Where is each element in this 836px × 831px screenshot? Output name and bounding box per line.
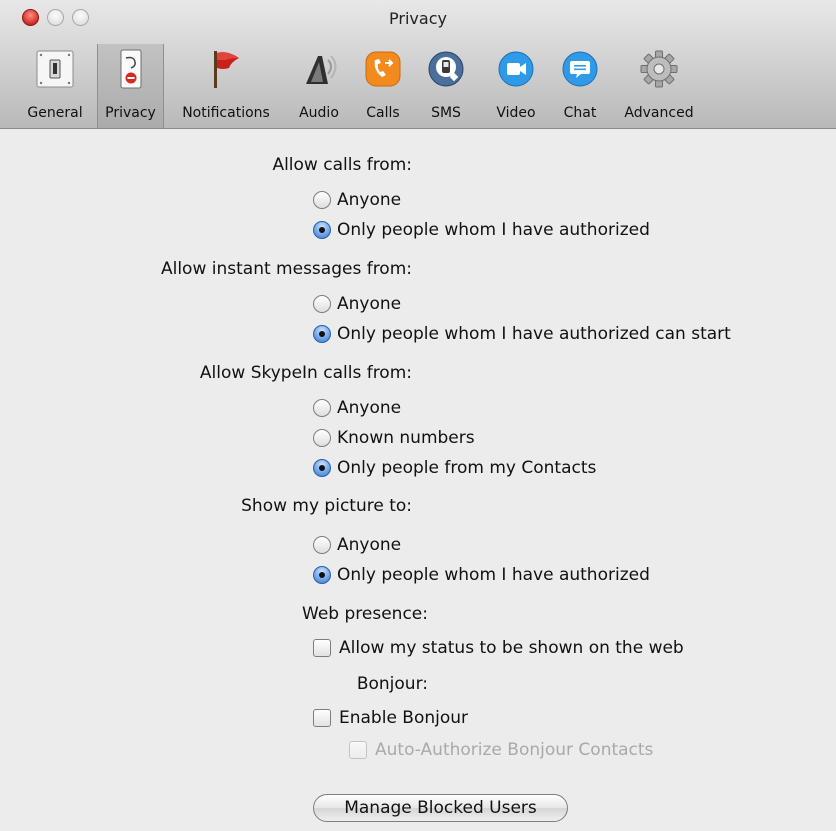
messages-authorized-radio[interactable]: Only people whom I have authorized can s… — [313, 322, 731, 346]
option-label: Allow my status to be shown on the web — [339, 638, 684, 658]
toolbar-sms-label: SMS — [431, 105, 461, 121]
red-flag-icon — [214, 51, 239, 88]
option-label: Only people whom I have authorized — [337, 220, 650, 240]
toolbar-privacy-label: Privacy — [105, 105, 156, 121]
web-status-checkbox[interactable]: Allow my status to be shown on the web — [313, 636, 684, 660]
option-label: Anyone — [337, 190, 402, 210]
radio-indicator-selected — [313, 221, 331, 239]
toolbar-video-label: Video — [496, 105, 536, 121]
radio-indicator — [313, 536, 331, 554]
picture-anyone-radio[interactable]: Anyone — [313, 533, 401, 557]
web-presence-label: Web presence: — [302, 604, 428, 624]
option-label: Known numbers — [337, 428, 475, 448]
privacy-sign-icon — [120, 49, 141, 89]
radio-indicator — [313, 429, 331, 447]
skypein-known-numbers-radio[interactable]: Known numbers — [313, 426, 475, 450]
radio-indicator-selected — [313, 459, 331, 477]
auto-authorize-bonjour-checkbox: Auto-Authorize Bonjour Contacts — [349, 738, 653, 762]
toolbar-calls[interactable]: Calls — [352, 44, 414, 128]
messages-anyone-radio[interactable]: Anyone — [313, 292, 401, 316]
radio-indicator — [313, 191, 331, 209]
toolbar-general[interactable]: General — [18, 44, 92, 128]
privacy-settings-panel: Allow calls from: Anyone Only people who… — [0, 129, 836, 831]
toolbar-chat-label: Chat — [563, 105, 597, 121]
toolbar-general-label: General — [27, 105, 83, 121]
switch-icon — [36, 50, 74, 88]
radio-indicator-selected — [313, 325, 331, 343]
picture-section-label: Show my picture to: — [241, 496, 412, 516]
option-label: Only people whom I have authorized — [337, 565, 650, 585]
option-label: Anyone — [337, 294, 402, 314]
calls-anyone-radio[interactable]: Anyone — [313, 188, 401, 212]
calls-authorized-radio[interactable]: Only people whom I have authorized — [313, 218, 650, 242]
skypein-contacts-radio[interactable]: Only people from my Contacts — [313, 456, 596, 480]
messages-section-label: Allow instant messages from: — [160, 259, 412, 279]
toolbar-video[interactable]: Video — [486, 44, 546, 128]
gear-icon — [640, 50, 678, 88]
toolbar-audio-label: Audio — [299, 105, 339, 121]
option-label: Anyone — [337, 398, 402, 418]
bonjour-label: Bonjour: — [356, 674, 428, 694]
option-label: Only people from my Contacts — [337, 458, 597, 478]
radio-indicator — [313, 399, 331, 417]
option-label: Auto-Authorize Bonjour Contacts — [375, 740, 654, 760]
chat-bubble-icon — [562, 51, 598, 87]
radio-indicator-selected — [313, 566, 331, 584]
skypein-anyone-radio[interactable]: Anyone — [313, 396, 401, 420]
manage-blocked-users-button[interactable]: Manage Blocked Users — [313, 794, 568, 822]
title-and-toolbar: Privacy General Privacy Notifications Au… — [0, 0, 836, 129]
phone-call-icon — [365, 51, 401, 87]
radio-indicator — [313, 295, 331, 313]
toolbar-chat[interactable]: Chat — [552, 44, 608, 128]
calls-section-label: Allow calls from: — [272, 155, 412, 175]
option-label: Enable Bonjour — [339, 708, 469, 728]
window-title: Privacy — [389, 9, 447, 28]
speaker-icon — [306, 55, 337, 84]
option-label: Only people whom I have authorized can s… — [337, 324, 731, 344]
checkbox-box-disabled — [349, 741, 367, 759]
toolbar-sms[interactable]: SMS — [418, 44, 474, 128]
skypein-section-label: Allow SkypeIn calls from: — [199, 363, 412, 383]
video-camera-icon — [498, 51, 534, 87]
toolbar-notifications-label: Notifications — [182, 105, 270, 121]
privacy-preferences-window: Privacy General Privacy Notifications Au… — [0, 0, 836, 831]
sms-phone-icon — [428, 51, 464, 87]
checkbox-box — [313, 709, 331, 727]
toolbar-advanced-label: Advanced — [624, 105, 694, 121]
checkbox-box — [313, 639, 331, 657]
toolbar-advanced[interactable]: Advanced — [614, 44, 704, 128]
toolbar-privacy[interactable]: Privacy — [97, 44, 164, 128]
toolbar-calls-label: Calls — [366, 105, 400, 121]
toolbar-audio[interactable]: Audio — [286, 44, 352, 128]
toolbar-notifications[interactable]: Notifications — [170, 44, 282, 128]
picture-authorized-radio[interactable]: Only people whom I have authorized — [313, 563, 650, 587]
option-label: Anyone — [337, 535, 402, 555]
enable-bonjour-checkbox[interactable]: Enable Bonjour — [313, 706, 468, 730]
